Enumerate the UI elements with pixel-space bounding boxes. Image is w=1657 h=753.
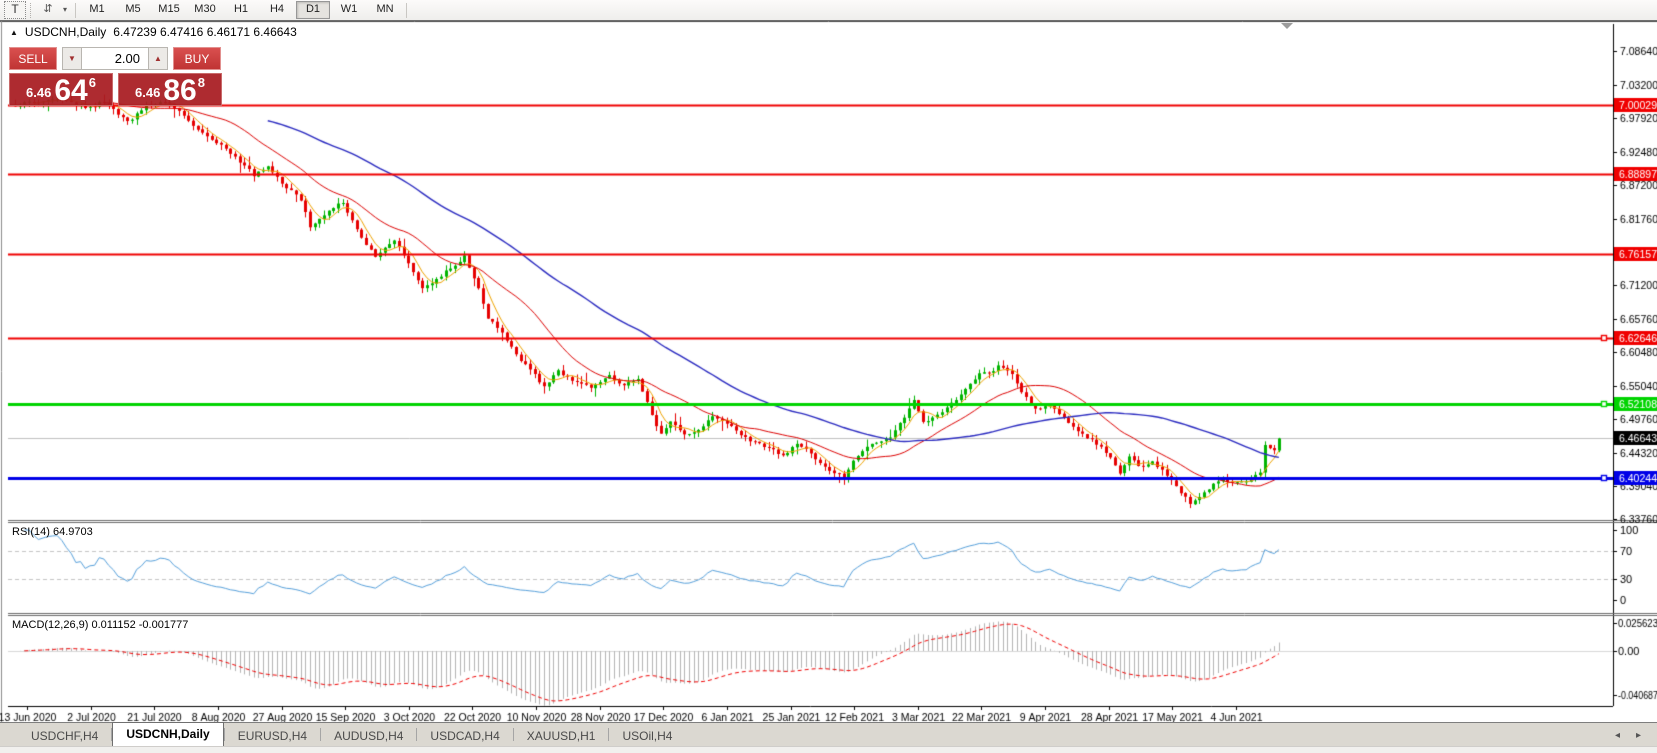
one-click-trading-panel: SELL ▼ ▲ BUY 6.46 64 6 6.46 86 8 xyxy=(9,47,225,106)
timeframe-button-m5[interactable]: M5 xyxy=(116,1,150,19)
timeframe-button-d1[interactable]: D1 xyxy=(296,1,330,19)
collapse-arrow-icon[interactable]: ▲ xyxy=(10,28,18,37)
tab-scroll-left-icon[interactable]: ◂ xyxy=(1615,730,1620,741)
timeframe-button-m30[interactable]: M30 xyxy=(188,1,222,19)
toolbar-separator xyxy=(406,3,407,18)
sell-price-base: 6.46 xyxy=(26,85,51,100)
toolbar-grip xyxy=(30,3,33,18)
chart-symbol-title: USDCNH,Daily xyxy=(25,25,106,39)
buy-price-base: 6.46 xyxy=(135,85,160,100)
buy-price-big-digits: 86 xyxy=(163,77,196,104)
tab-xauusd-h1[interactable]: XAUUSD,H1 xyxy=(514,726,609,746)
tab-bar-corner xyxy=(0,723,18,746)
status-strip xyxy=(0,746,1657,753)
timeframe-button-h1[interactable]: H1 xyxy=(224,1,258,19)
chart-tab-bar: USDCHF,H4USDCNH,DailyEURUSD,H4AUDUSD,H4U… xyxy=(0,722,1657,746)
rsi-indicator-label: RSI(14) 64.9703 xyxy=(12,526,93,538)
tab-usdcad-h4[interactable]: USDCAD,H4 xyxy=(417,726,512,746)
tab-usdchf-h4[interactable]: USDCHF,H4 xyxy=(18,726,111,746)
timeframe-button-group: M1M5M15M30H1H4D1W1MN xyxy=(80,1,402,19)
trading-terminal-window: T ⇵ ▾ M1M5M15M30H1H4D1W1MN ▲ USDCNH,Dail… xyxy=(0,0,1657,753)
chart-tools-icon[interactable]: ⇵ xyxy=(37,2,59,18)
chart-canvas[interactable] xyxy=(0,21,1657,722)
volume-decrease-button[interactable]: ▼ xyxy=(62,47,82,70)
buy-price-pip: 8 xyxy=(198,75,205,90)
volume-input[interactable] xyxy=(82,47,148,70)
chart-shift-marker-icon[interactable] xyxy=(1281,23,1293,29)
chevron-down-icon[interactable]: ▾ xyxy=(59,2,71,18)
chart-title: ▲ USDCNH,Daily 6.47239 6.47416 6.46171 6… xyxy=(10,25,297,39)
timeframe-button-m1[interactable]: M1 xyxy=(80,1,114,19)
timeframe-button-m15[interactable]: M15 xyxy=(152,1,186,19)
tab-container: USDCHF,H4USDCNH,DailyEURUSD,H4AUDUSD,H4U… xyxy=(18,722,685,746)
buy-price-display[interactable]: 6.46 86 8 xyxy=(118,73,222,106)
tab-eurusd-h4[interactable]: EURUSD,H4 xyxy=(225,726,320,746)
top-toolbar: T ⇵ ▾ M1M5M15M30H1H4D1W1MN xyxy=(0,0,1657,21)
timeframe-button-mn[interactable]: MN xyxy=(368,1,402,19)
sell-price-pip: 6 xyxy=(89,75,96,90)
text-tool-button[interactable]: T xyxy=(4,1,26,19)
macd-indicator-label: MACD(12,26,9) 0.011152 -0.001777 xyxy=(12,619,188,631)
toolbar-separator xyxy=(75,3,76,18)
timeframe-button-w1[interactable]: W1 xyxy=(332,1,366,19)
chart-ohlc-values: 6.47239 6.47416 6.46171 6.46643 xyxy=(113,25,297,39)
timeframe-button-h4[interactable]: H4 xyxy=(260,1,294,19)
volume-increase-button[interactable]: ▲ xyxy=(148,47,168,70)
sell-button[interactable]: SELL xyxy=(9,47,57,70)
buy-button[interactable]: BUY xyxy=(173,47,221,70)
tab-scroll-right-icon[interactable]: ▸ xyxy=(1636,730,1641,741)
sell-price-big-digits: 64 xyxy=(54,77,87,104)
sell-price-display[interactable]: 6.46 64 6 xyxy=(9,73,113,106)
tab-usoil-h4[interactable]: USOil,H4 xyxy=(609,726,685,746)
tab-audusd-h4[interactable]: AUDUSD,H4 xyxy=(321,726,416,746)
tab-usdcnh-daily[interactable]: USDCNH,Daily xyxy=(112,722,223,746)
